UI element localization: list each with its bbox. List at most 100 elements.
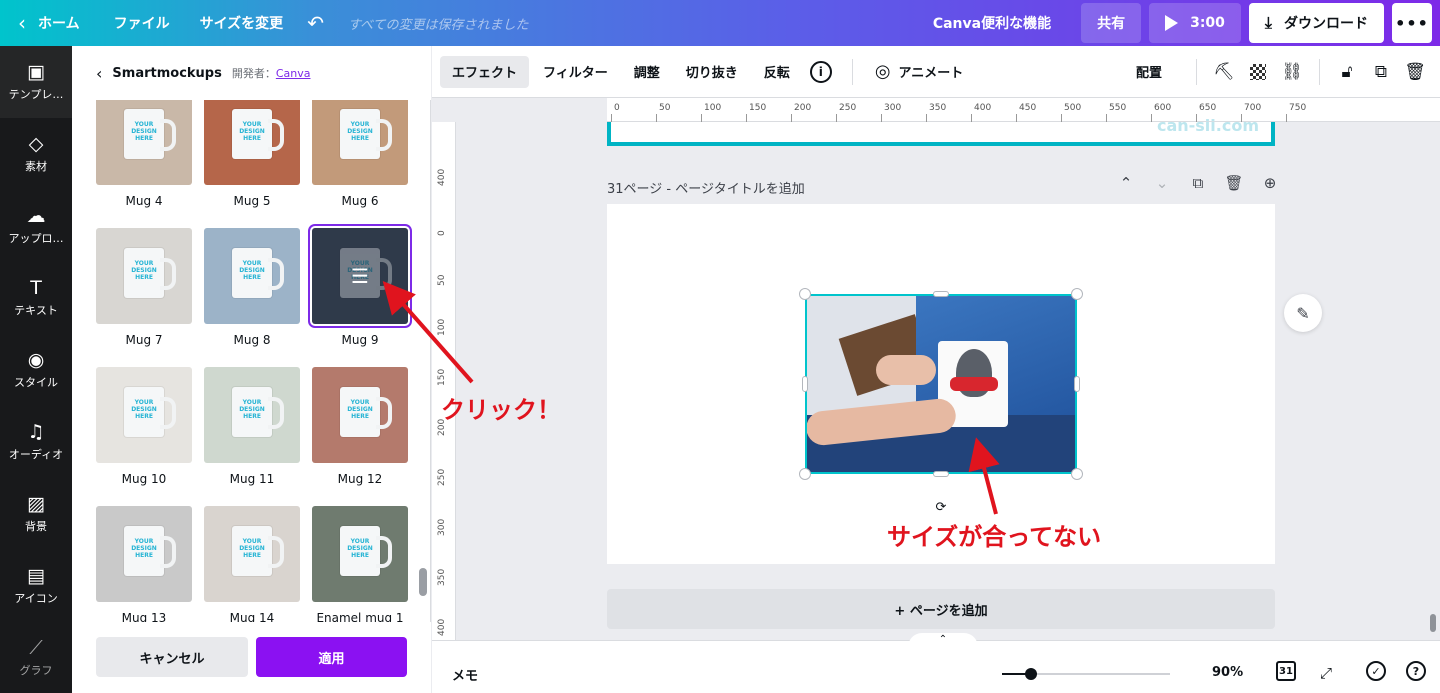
unlock-icon[interactable]: 🔓︎: [1330, 62, 1364, 82]
position-button[interactable]: 配置: [1124, 56, 1174, 88]
mug-placeholder-text: YOUR DESIGN HERE: [347, 399, 373, 420]
more-options-button[interactable]: •••: [1392, 3, 1432, 43]
chevron-down-icon[interactable]: ⌄: [1144, 174, 1180, 192]
ruler-label: 300: [884, 103, 902, 113]
add-page-icon[interactable]: ⊕: [1252, 174, 1288, 192]
resize-handle[interactable]: [802, 376, 808, 392]
features-link[interactable]: Canva便利な機能: [923, 0, 1061, 46]
mockup-thumbnail[interactable]: YOUR DESIGN HERE: [96, 506, 192, 602]
rotate-icon[interactable]: ⟳: [932, 499, 950, 517]
ruler-tick: [1016, 114, 1017, 122]
mockup-thumbnail[interactable]: YOUR DESIGN HERE: [312, 100, 408, 185]
zoom-value[interactable]: 90%: [1212, 665, 1243, 680]
ruler-tick: [1061, 114, 1062, 122]
thumbnail-label: Enamel mug 1: [316, 611, 404, 622]
developer-link[interactable]: Canva: [276, 67, 311, 80]
mockup-thumbnail[interactable]: YOUR DESIGN HERE: [96, 228, 192, 324]
ruler-vertical: 400 0 50 100 150 200 250 300 350 400: [432, 122, 456, 640]
mockup-thumbnail[interactable]: YOUR DESIGN HERE: [204, 367, 300, 463]
info-icon[interactable]: i: [809, 60, 832, 83]
notes-button[interactable]: メモ: [452, 665, 478, 684]
resize-handle[interactable]: [933, 291, 949, 297]
rail-item-uploads[interactable]: ☁ アップロ…: [0, 190, 72, 262]
home-label: ホーム: [38, 16, 80, 32]
resize-handle[interactable]: [1074, 376, 1080, 392]
file-menu[interactable]: ファイル: [104, 0, 180, 46]
play-icon: [1165, 15, 1179, 31]
rail-item-styles[interactable]: ◉ スタイル: [0, 334, 72, 406]
chevron-up-icon[interactable]: ⌃: [1108, 174, 1144, 192]
duplicate-page-icon[interactable]: ⧉: [1180, 174, 1216, 192]
mockup-thumbnail[interactable]: YOUR DESIGN HERE: [204, 228, 300, 324]
previous-page[interactable]: can-sii.com: [607, 116, 1275, 146]
selection-box[interactable]: [805, 294, 1077, 474]
home-button[interactable]: ‹ ホーム: [0, 0, 90, 46]
help-icon[interactable]: ?: [1406, 661, 1426, 681]
rail-item-icons[interactable]: ▤ アイコン: [0, 550, 72, 622]
duplicate-icon[interactable]: ⧉: [1364, 62, 1398, 82]
download-button[interactable]: ⤓ ダウンロード: [1248, 3, 1384, 43]
rail-item-templates[interactable]: ▣ テンプレ…: [0, 46, 72, 118]
mockup-thumbnail[interactable]: YOUR DESIGN HERE: [312, 506, 408, 602]
crop-button[interactable]: 切り抜き: [674, 56, 750, 88]
rail-item-text[interactable]: T テキスト: [0, 262, 72, 334]
cancel-button[interactable]: キャンセル: [96, 637, 248, 677]
rail-item-background[interactable]: ▨ 背景: [0, 478, 72, 550]
template-icon: ▣: [27, 60, 45, 83]
rail-item-charts[interactable]: ⟋ グラフ: [0, 622, 72, 693]
mockup-thumbnail[interactable]: YOUR DESIGN HERE: [96, 367, 192, 463]
rail-label: アップロ…: [8, 231, 64, 245]
add-comment-icon[interactable]: ✎: [1284, 294, 1322, 332]
elements-icon: ◇: [28, 132, 44, 155]
animate-button[interactable]: ◎ アニメート: [863, 56, 975, 88]
add-page-button[interactable]: + ページを追加: [607, 589, 1275, 629]
apply-button[interactable]: 適用: [256, 637, 407, 677]
collapse-chevron-icon[interactable]: ⌃: [908, 633, 978, 647]
mockup-thumbnail[interactable]: YOUR DESIGN HERE ☰: [312, 228, 408, 324]
mug-graphic: YOUR DESIGN HERE: [232, 248, 284, 298]
resize-menu[interactable]: サイズを変更: [190, 0, 294, 46]
ruler-label: 600: [1154, 103, 1172, 113]
mug-placeholder-text: YOUR DESIGN HERE: [131, 260, 157, 281]
ruler-label: 0: [437, 230, 447, 236]
undo-icon[interactable]: ↶: [293, 0, 338, 46]
adjust-button[interactable]: 調整: [622, 56, 672, 88]
page-count-icon[interactable]: 31: [1276, 661, 1296, 681]
mockup-thumbnail[interactable]: YOUR DESIGN HERE: [204, 100, 300, 185]
flip-button[interactable]: 反転: [752, 56, 802, 88]
resize-handle[interactable]: [933, 471, 949, 477]
ruler-label: 300: [437, 518, 447, 536]
paint-roller-icon[interactable]: ⛏: [1207, 62, 1241, 82]
mockup-thumbnail[interactable]: YOUR DESIGN HERE: [312, 367, 408, 463]
mockup-thumbnail[interactable]: YOUR DESIGN HERE: [96, 100, 192, 185]
transparency-icon[interactable]: [1241, 63, 1275, 80]
trash-icon[interactable]: 🗑︎: [1398, 62, 1432, 82]
panel-title: Smartmockups: [112, 65, 222, 81]
rail-label: スタイル: [14, 375, 58, 389]
canvas-scrollbar[interactable]: [1430, 614, 1436, 632]
adjust-sliders-icon[interactable]: ☰: [348, 264, 372, 288]
link-icon[interactable]: ⛓: [1275, 62, 1309, 82]
delete-page-icon[interactable]: 🗑︎: [1216, 174, 1252, 192]
resize-handle[interactable]: [1071, 468, 1083, 480]
fullscreen-icon[interactable]: ⤢: [1314, 661, 1338, 685]
resize-handle[interactable]: [799, 288, 811, 300]
present-button[interactable]: 3:00: [1149, 3, 1241, 43]
mug-graphic: YOUR DESIGN HERE: [124, 387, 176, 437]
mockup-thumbnail[interactable]: YOUR DESIGN HERE: [204, 506, 300, 602]
rail-item-elements[interactable]: ◇ 素材: [0, 118, 72, 190]
zoom-slider-knob[interactable]: [1024, 668, 1037, 680]
resize-handle[interactable]: [1071, 288, 1083, 300]
panel-scrollbar[interactable]: [419, 568, 427, 596]
check-icon[interactable]: ✓: [1366, 661, 1386, 681]
rail-item-audio[interactable]: ♫ オーディオ: [0, 406, 72, 478]
ruler-label: 250: [839, 103, 857, 113]
mug-placeholder-text: YOUR DESIGN HERE: [347, 538, 373, 559]
share-button[interactable]: 共有: [1081, 3, 1142, 43]
page-title[interactable]: 31ページ - ページタイトルを追加: [607, 178, 805, 197]
effects-button[interactable]: エフェクト: [440, 55, 530, 88]
mug-graphic: YOUR DESIGN HERE: [340, 387, 392, 437]
back-chevron-icon[interactable]: ‹: [96, 64, 102, 83]
resize-handle[interactable]: [799, 468, 811, 480]
filter-button[interactable]: フィルター: [531, 56, 620, 88]
